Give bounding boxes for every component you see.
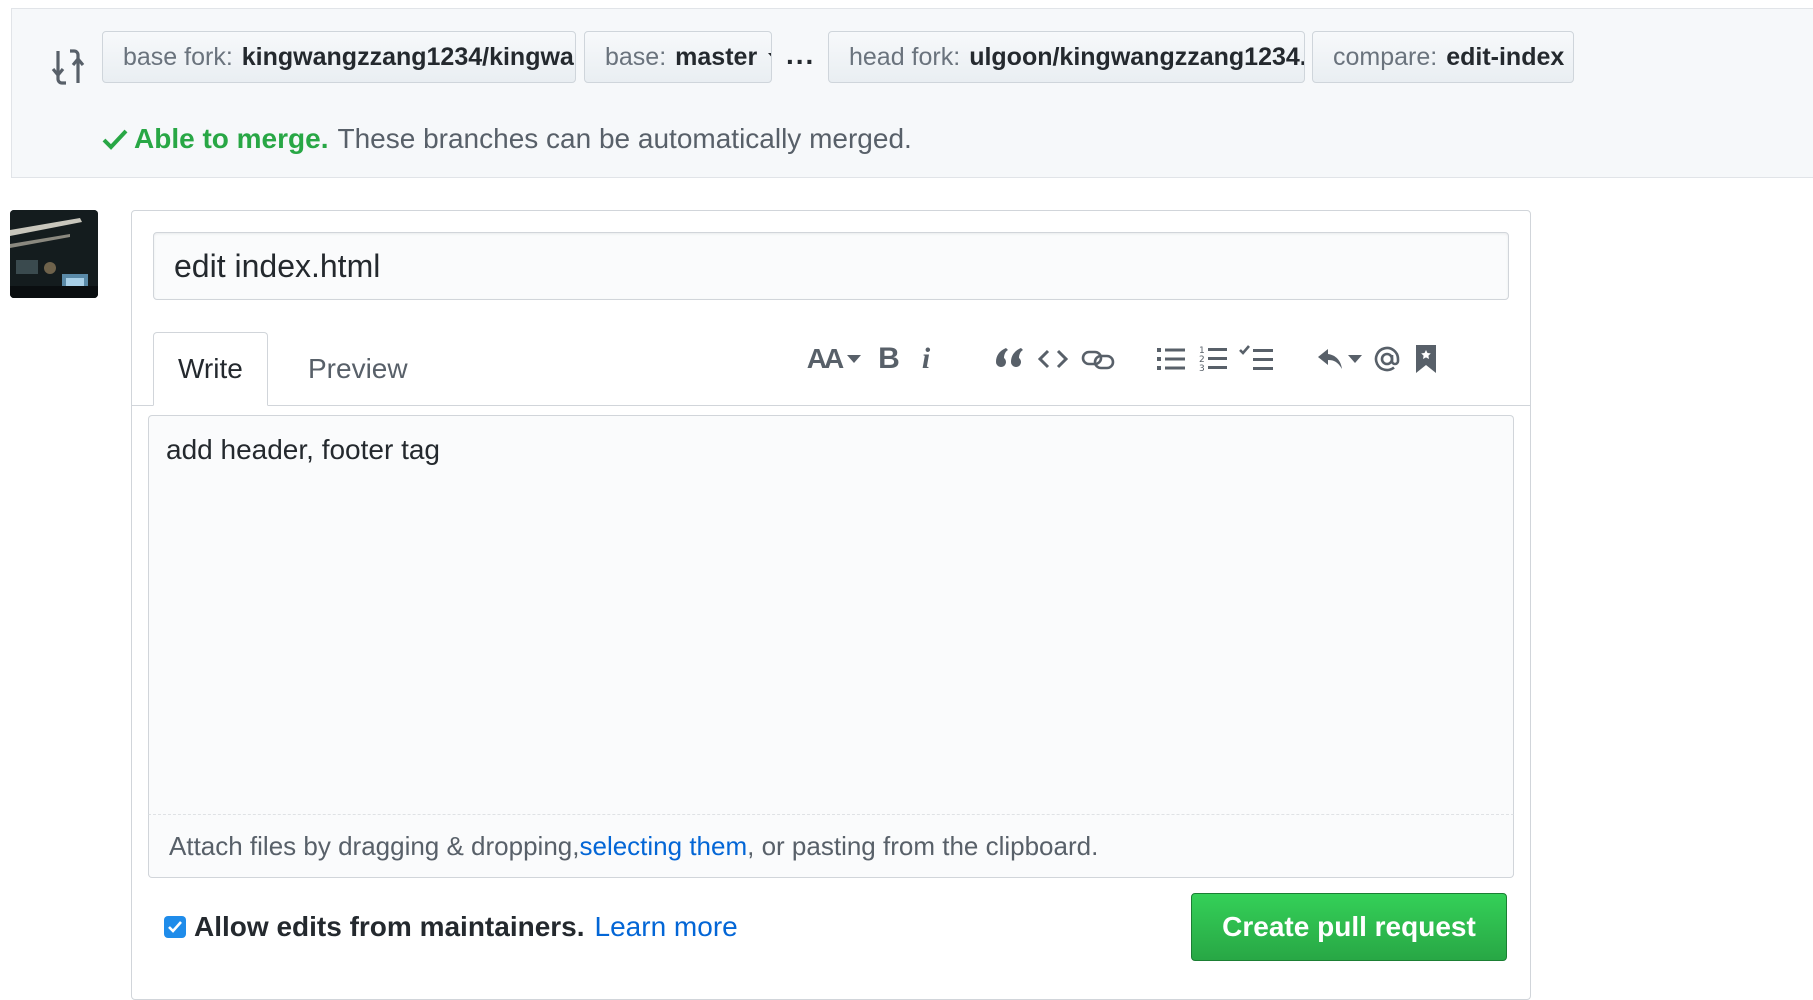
pull-request-form: Write Preview AA B i — [131, 210, 1531, 1000]
attach-files-bar[interactable]: Attach files by dragging & dropping, sel… — [148, 814, 1514, 878]
bookmark-button[interactable] — [1412, 335, 1440, 383]
compare-arrows-icon — [51, 49, 85, 85]
tab-preview[interactable]: Preview — [284, 332, 432, 406]
allow-edits-label: Allow edits from maintainers. — [194, 911, 585, 942]
attach-text-after: , or pasting from the clipboard. — [747, 830, 1099, 861]
base-fork-label: base fork: — [123, 42, 233, 71]
base-branch-value: master — [675, 42, 758, 71]
merge-ok-text: Able to merge. — [134, 123, 329, 154]
ordered-list-icon: 1 2 3 — [1199, 346, 1227, 373]
base-branch-label: base: — [605, 42, 667, 71]
reply-icon — [1318, 349, 1342, 369]
select-files-link[interactable]: selecting them — [579, 831, 747, 862]
mention-button[interactable] — [1370, 335, 1404, 383]
code-icon — [1038, 349, 1068, 369]
merge-status: Able to merge. These branches can be aut… — [102, 123, 912, 155]
compare-branch-select[interactable]: compare: edit-index — [1312, 31, 1574, 83]
bold-button[interactable]: B — [874, 335, 904, 383]
task-list-icon — [1239, 345, 1273, 370]
chevron-down-icon — [768, 53, 771, 61]
allow-edits-checkbox[interactable] — [164, 916, 186, 938]
comment-textarea[interactable]: add header, footer tag — [148, 415, 1514, 875]
reply-button[interactable] — [1316, 335, 1362, 383]
header-text-button[interactable]: AA — [806, 335, 862, 383]
quote-icon — [996, 348, 1023, 367]
bold-icon: B — [878, 342, 900, 375]
base-fork-select[interactable]: base fork: kingwangzzang1234/kingwa... — [102, 31, 576, 83]
compare-range-bar: base fork: kingwangzzang1234/kingwa... b… — [11, 8, 1813, 178]
range-ellipsis: ... — [786, 39, 816, 70]
bookmark-icon — [1416, 345, 1436, 373]
head-fork-select[interactable]: head fork: ulgoon/kingwangzzang1234... — [828, 31, 1305, 83]
mention-icon — [1374, 346, 1400, 372]
compare-branch-value: edit-index — [1446, 42, 1565, 71]
head-fork-value: ulgoon/kingwangzzang1234... — [969, 42, 1305, 71]
italic-icon: i — [921, 342, 931, 375]
base-fork-value: kingwangzzang1234/kingwa... — [241, 42, 576, 71]
chevron-down-icon — [1348, 355, 1362, 363]
check-icon — [102, 129, 128, 150]
comment-body-text: add header, footer tag — [166, 434, 440, 465]
check-icon — [168, 921, 182, 933]
unordered-list-icon — [1157, 348, 1185, 370]
compare-branch-label: compare: — [1333, 42, 1438, 71]
merge-message: These branches can be automatically merg… — [337, 123, 912, 154]
base-branch-select[interactable]: base: master — [584, 31, 772, 83]
title-input[interactable] — [153, 232, 1509, 300]
learn-more-link[interactable]: Learn more — [595, 911, 738, 943]
head-fork-label: head fork: — [849, 42, 961, 71]
avatar-photo — [10, 210, 98, 298]
link-button[interactable] — [1078, 335, 1118, 383]
header-text-icon: AA — [806, 343, 844, 374]
avatar[interactable] — [10, 210, 98, 298]
chevron-down-icon — [847, 355, 862, 363]
tab-write[interactable]: Write — [153, 332, 268, 406]
svg-text:3: 3 — [1199, 364, 1205, 373]
code-button[interactable] — [1036, 335, 1070, 383]
attach-text-before: Attach files by dragging & dropping, — [169, 830, 580, 861]
create-pull-request-button[interactable]: Create pull request — [1191, 893, 1507, 961]
unordered-list-button[interactable] — [1154, 335, 1188, 383]
task-list-button[interactable] — [1236, 335, 1276, 383]
italic-button[interactable]: i — [914, 335, 938, 383]
link-icon — [1081, 350, 1115, 370]
ordered-list-button[interactable]: 1 2 3 — [1196, 335, 1230, 383]
allow-edits-row: Allow edits from maintainers. Learn more — [164, 911, 738, 943]
quote-button[interactable] — [992, 335, 1026, 383]
